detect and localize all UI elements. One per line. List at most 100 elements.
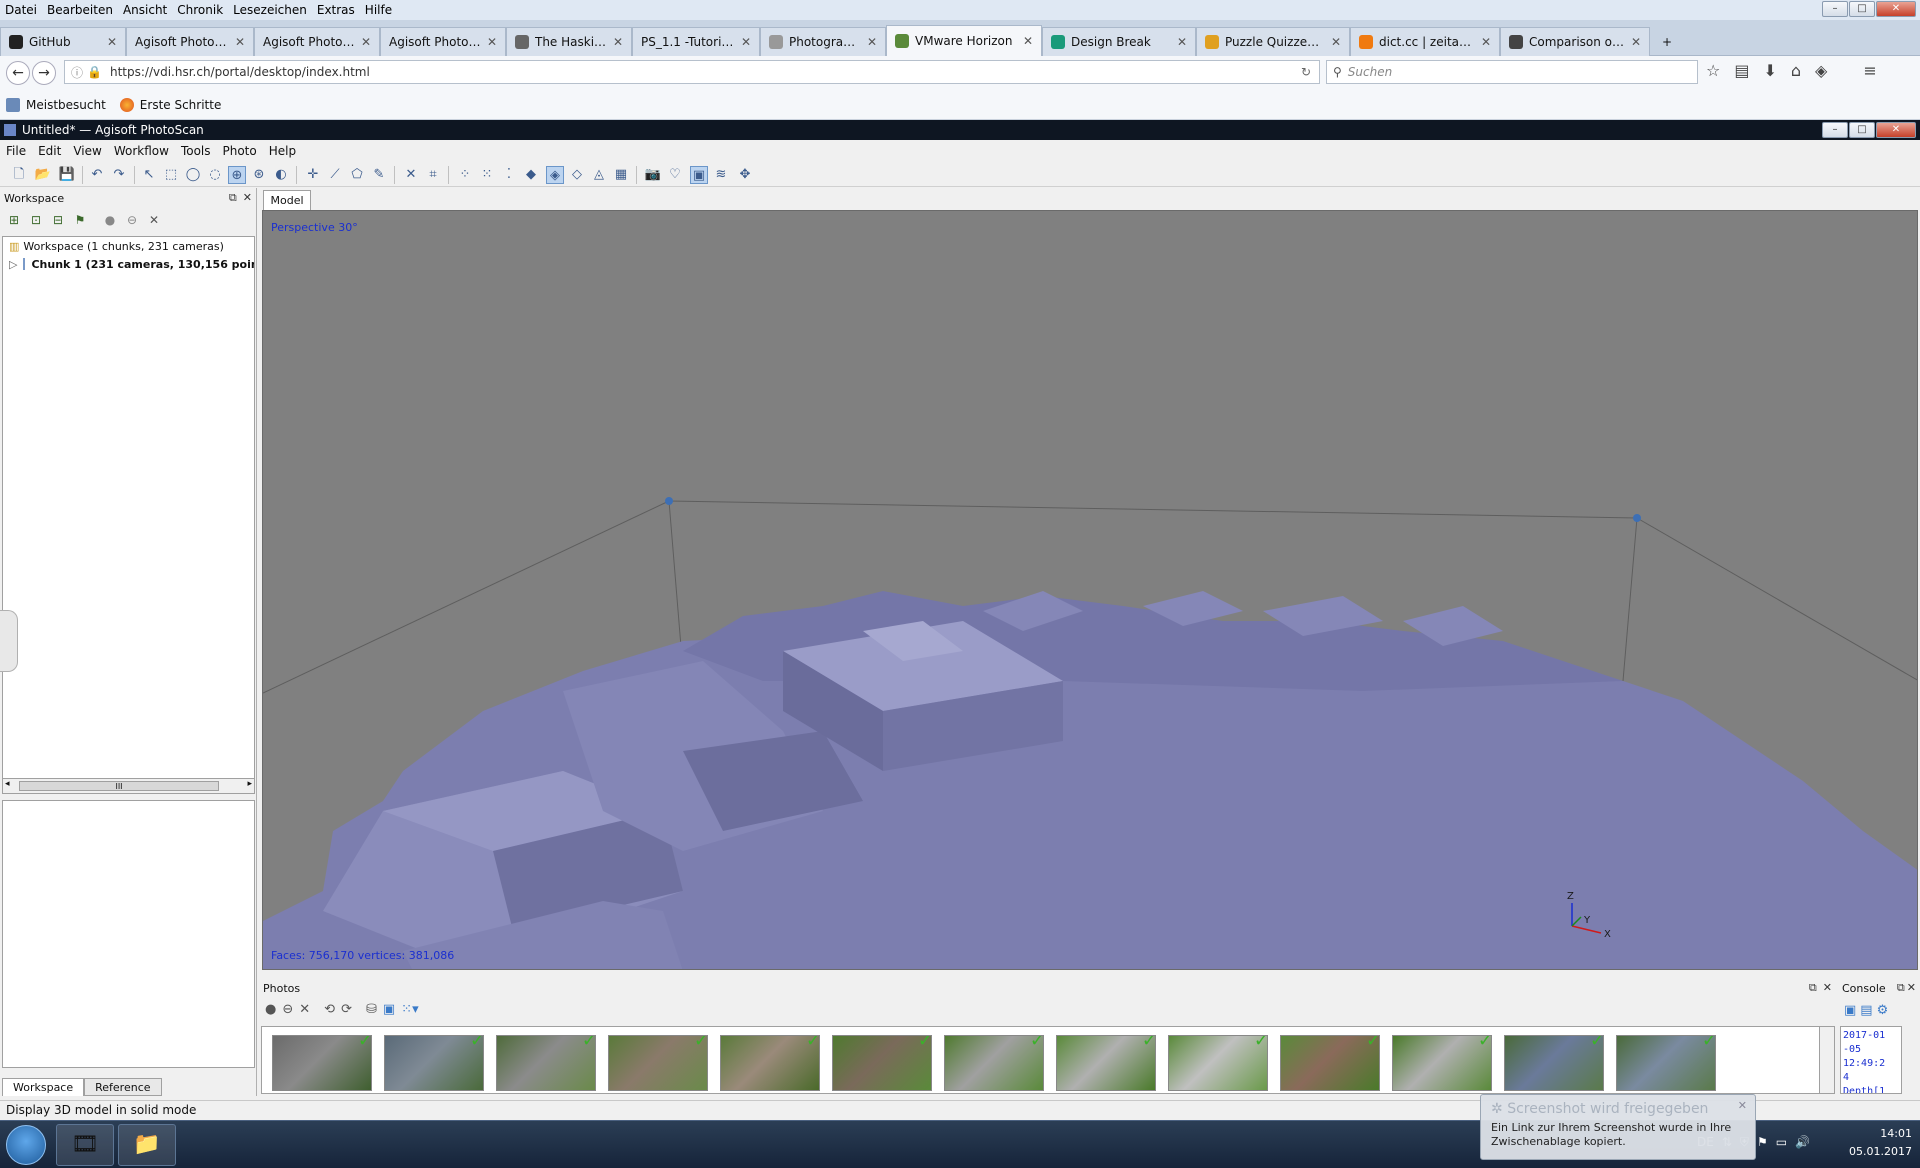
disable-icon[interactable]: ⊖: [124, 212, 140, 228]
browser-tab[interactable]: Puzzle Quizzes a... ✕: [1196, 27, 1350, 56]
run-script-icon[interactable]: ⚙: [1877, 1003, 1889, 1018]
tab-close-icon[interactable]: ✕: [235, 35, 245, 49]
reading-list-icon[interactable]: ▤: [1734, 61, 1749, 80]
free-select-icon[interactable]: ◌: [206, 166, 224, 184]
menu-lesezeichen[interactable]: Lesezeichen: [228, 3, 312, 17]
tab-close-icon[interactable]: ✕: [1331, 35, 1341, 49]
circle-select-icon[interactable]: ◯: [184, 166, 202, 184]
browser-tab[interactable]: GitHub ✕: [0, 27, 126, 56]
app-maximize-button[interactable]: □: [1849, 122, 1875, 138]
tiled-model-icon[interactable]: ▦: [612, 166, 630, 184]
photo-thumbnail[interactable]: ✓: [1616, 1035, 1716, 1091]
add-markers-icon[interactable]: ⚑: [72, 212, 88, 228]
browser-tab[interactable]: Photogrammetr... ✕: [760, 27, 886, 56]
navigation-icon[interactable]: ↖: [140, 166, 158, 184]
app-minimize-button[interactable]: –: [1822, 122, 1848, 138]
app-menu-tools[interactable]: Tools: [175, 144, 217, 158]
reload-icon[interactable]: ↻: [1301, 65, 1311, 79]
bookmark-erste-schritte[interactable]: Erste Schritte: [119, 97, 221, 112]
clear-log-icon[interactable]: ▤: [1860, 1003, 1872, 1018]
close-button[interactable]: ✕: [1876, 1, 1916, 17]
browser-tab[interactable]: The Haskins Soc... ✕: [506, 27, 632, 56]
scroll-thumb[interactable]: III: [19, 781, 219, 791]
wireframe-icon[interactable]: ◇: [568, 166, 586, 184]
polygon-icon[interactable]: ⬠: [348, 166, 366, 184]
ruler-icon[interactable]: ⟋: [326, 166, 344, 184]
tie-points-icon[interactable]: ⁘: [456, 166, 474, 184]
app-menu-photo[interactable]: Photo: [217, 144, 263, 158]
tree-root[interactable]: ▥ Workspace (1 chunks, 231 cameras): [3, 237, 254, 255]
dense-cloud-icon[interactable]: ⁙: [478, 166, 496, 184]
side-panel-grip[interactable]: [0, 610, 18, 672]
tab-close-icon[interactable]: ✕: [1631, 35, 1641, 49]
tab-close-icon[interactable]: ✕: [1023, 34, 1033, 48]
solid-model-icon[interactable]: ◈: [546, 166, 564, 184]
undo-icon[interactable]: ↶: [88, 166, 106, 184]
photo-thumbnail[interactable]: ✓: [1280, 1035, 1380, 1091]
action-center-icon[interactable]: ⚑: [1757, 1135, 1768, 1150]
remove-icon[interactable]: ✕: [146, 212, 162, 228]
browser-tab[interactable]: Agisoft PhotoScan U... ✕: [126, 27, 254, 56]
pocket-icon[interactable]: ◈: [1815, 61, 1827, 80]
media-player-taskbar-icon[interactable]: 🎞: [56, 1124, 114, 1166]
close-panel-icon[interactable]: ✕: [1823, 981, 1832, 994]
hamburger-menu-icon[interactable]: ≡: [1863, 61, 1876, 80]
tab-close-icon[interactable]: ✕: [487, 35, 497, 49]
browser-tab[interactable]: Comparison of ... ✕: [1500, 27, 1650, 56]
scroll-left-icon[interactable]: ◂: [5, 779, 10, 789]
tab-close-icon[interactable]: ✕: [613, 35, 623, 49]
tree-chunk[interactable]: ▷ Chunk 1 (231 cameras, 130,156 points: [3, 255, 254, 273]
home-icon[interactable]: ⌂: [1791, 61, 1801, 80]
rotate-region-icon[interactable]: ◐: [272, 166, 290, 184]
enable-camera-icon[interactable]: ●: [265, 1002, 276, 1017]
menu-chronik[interactable]: Chronik: [172, 3, 228, 17]
menu-hilfe[interactable]: Hilfe: [360, 3, 397, 17]
tab-close-icon[interactable]: ✕: [361, 35, 371, 49]
enable-icon[interactable]: ●: [102, 212, 118, 228]
model-rotate-icon[interactable]: ⊕: [228, 166, 246, 184]
tab-model[interactable]: Model: [263, 190, 311, 210]
delete-selection-icon[interactable]: ✕: [402, 166, 420, 184]
marker-icon[interactable]: ✛: [304, 166, 322, 184]
bookmark-meistbesucht[interactable]: Meistbesucht: [6, 97, 106, 112]
show-region-icon[interactable]: ▣: [690, 166, 708, 184]
textured-model-icon[interactable]: ◬: [590, 166, 608, 184]
photo-thumbnail[interactable]: ✓: [1504, 1035, 1604, 1091]
model-viewport[interactable]: Z Y X Perspective 30° Faces: 756,170 ver…: [262, 210, 1918, 970]
reset-filter-icon[interactable]: ▣: [383, 1002, 395, 1017]
photo-thumbnail[interactable]: ✓: [1392, 1035, 1492, 1091]
workspace-hscrollbar[interactable]: ◂ III ▸: [2, 778, 255, 794]
photo-thumbnail[interactable]: ✓: [608, 1035, 708, 1091]
rotate-right-icon[interactable]: ⟳: [341, 1002, 352, 1017]
browser-tab[interactable]: VMware Horizon ✕: [886, 25, 1042, 56]
app-menu-workflow[interactable]: Workflow: [108, 144, 175, 158]
photos-vscrollbar[interactable]: [1819, 1026, 1835, 1094]
back-button[interactable]: ←: [6, 61, 30, 85]
photo-thumbnail[interactable]: ✓: [272, 1035, 372, 1091]
app-close-button[interactable]: ✕: [1876, 122, 1916, 138]
photo-thumbnail[interactable]: ✓: [832, 1035, 932, 1091]
save-log-icon[interactable]: ▣: [1844, 1003, 1856, 1018]
crop-icon[interactable]: ⌗: [424, 166, 442, 184]
browser-tab[interactable]: dict.cc | zeitauf... ✕: [1350, 27, 1500, 56]
shaded-model-icon[interactable]: ◆: [522, 166, 540, 184]
view-mode-icon[interactable]: ⁙▾: [401, 1002, 418, 1017]
disable-camera-icon[interactable]: ⊖: [282, 1002, 293, 1017]
tab-close-icon[interactable]: ✕: [741, 35, 751, 49]
photo-thumbnail[interactable]: ✓: [1168, 1035, 1268, 1091]
minimize-button[interactable]: –: [1822, 1, 1848, 17]
resize-region-icon[interactable]: ⊛: [250, 166, 268, 184]
photo-thumbnail[interactable]: ✓: [944, 1035, 1044, 1091]
show-cameras-icon[interactable]: 📷: [644, 166, 662, 184]
photo-thumbnail[interactable]: ✓: [384, 1035, 484, 1091]
url-bar[interactable]: ⓘ 🔒 https://vdi.hsr.ch/portal/desktop/in…: [64, 60, 1320, 84]
app-menu-view[interactable]: View: [67, 144, 107, 158]
menu-datei[interactable]: Datei: [0, 3, 42, 17]
browser-tab[interactable]: Design Break ✕: [1042, 27, 1196, 56]
app-menu-file[interactable]: File: [0, 144, 32, 158]
tab-workspace[interactable]: Workspace: [2, 1078, 85, 1096]
browser-tab[interactable]: Agisoft PhotoScan - ... ✕: [254, 27, 380, 56]
remove-camera-icon[interactable]: ✕: [299, 1002, 310, 1017]
save-icon[interactable]: 💾: [58, 166, 76, 184]
tab-close-icon[interactable]: ✕: [1481, 35, 1491, 49]
